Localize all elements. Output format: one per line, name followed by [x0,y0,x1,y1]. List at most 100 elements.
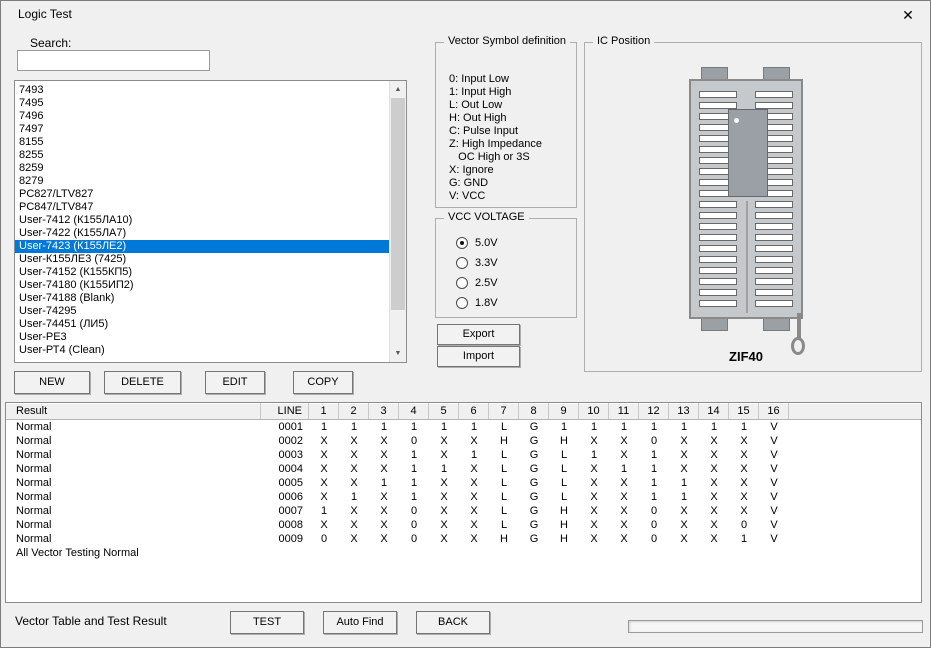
radio-icon[interactable] [456,297,468,309]
scrollbar-thumb[interactable] [391,98,405,310]
table-header-cell[interactable]: 12 [639,403,669,419]
ic-list-item[interactable]: User-74188 (Blank) [15,292,389,305]
table-header-cell[interactable]: 5 [429,403,459,419]
table-header-cell[interactable]: 14 [699,403,729,419]
table-header-cell[interactable]: 7 [489,403,519,419]
table-row[interactable]: Normal0003XXX1X1LGL1X1XXXV [6,448,921,462]
pin-cell: X [609,448,639,462]
copy-button[interactable]: COPY [293,371,353,394]
pin-slot [699,300,737,307]
vcc-option[interactable]: 3.3V [456,253,572,273]
pin-cell: G [519,420,549,434]
ic-list-item[interactable]: 7497 [15,123,389,136]
vector-symbol-line: OC High or 3S [449,151,542,164]
table-row[interactable]: Normal0006X1X1XXLGLXX11XXV [6,490,921,504]
pin-cell: V [759,448,789,462]
close-icon[interactable]: ✕ [893,4,923,26]
ic-list-item[interactable]: User-7423 (К155ЛЕ2) [15,240,389,253]
ic-list-item[interactable]: User-РТ4 (Clean) [15,344,389,357]
table-row[interactable]: Normal0008XXX0XXLGHXX0XX0V [6,518,921,532]
pin-slot [755,256,793,263]
table-row[interactable]: Normal0005XX11XXLGLXX11XXV [6,476,921,490]
table-header-cell[interactable]: 3 [369,403,399,419]
table-header-cell[interactable]: 1 [309,403,339,419]
radio-icon[interactable] [456,277,468,289]
ic-list-item[interactable]: 7496 [15,110,389,123]
pin-cell: 1 [459,448,489,462]
vcc-voltage-group: VCC VOLTAGE 5.0V3.3V2.5V1.8V [435,218,577,318]
ic-list-item[interactable]: User-РЕ3 [15,331,389,344]
table-header-cell[interactable]: 4 [399,403,429,419]
radio-icon[interactable] [456,237,468,249]
vcc-option[interactable]: 1.8V [456,293,572,313]
ic-list-item[interactable]: 8255 [15,149,389,162]
pin-cell: X [369,504,399,518]
table-header-cell[interactable]: 11 [609,403,639,419]
scroll-up-icon[interactable]: ▲ [390,81,406,98]
export-button[interactable]: Export [437,324,520,345]
ic-list-item[interactable]: User-74152 (К155КП5) [15,266,389,279]
table-row[interactable]: Normal0002XXX0XXHGHXX0XXXV [6,434,921,448]
pin-cell: 1 [429,420,459,434]
edit-button[interactable]: EDIT [205,371,265,394]
table-row[interactable]: Normal00090XX0XXHGHXX0XX1V [6,532,921,546]
back-button[interactable]: BACK [416,611,490,634]
pin-cell: X [339,518,369,532]
ic-list-item[interactable]: User-74180 (К155ИП2) [15,279,389,292]
ic-list-item[interactable]: 7495 [15,97,389,110]
result-cell: Normal [6,434,261,448]
scroll-down-icon[interactable]: ▼ [390,345,406,362]
radio-icon[interactable] [456,257,468,269]
line-cell: 0007 [261,504,309,518]
ic-list-item[interactable]: PC847/LTV847 [15,201,389,214]
table-header-cell[interactable]: 10 [579,403,609,419]
pin-cell: X [339,448,369,462]
test-button[interactable]: TEST [230,611,304,634]
table-header-cell[interactable]: 15 [729,403,759,419]
vcc-option-label: 5.0V [475,237,498,249]
ic-list-item[interactable]: User-7412 (К155ЛА10) [15,214,389,227]
pin-cell: X [309,448,339,462]
ic-list-item[interactable]: User-74295 [15,305,389,318]
pin-cell: H [549,518,579,532]
ic-list-item[interactable]: 7493 [15,84,389,97]
table-row[interactable]: Normal0004XXX11XLGLX11XXXV [6,462,921,476]
result-cell: Normal [6,462,261,476]
result-cell: Normal [6,476,261,490]
table-header-cell[interactable]: 16 [759,403,789,419]
ic-list-item[interactable]: PC827/LTV827 [15,188,389,201]
ic-list-item[interactable]: User-К155ЛЕ3 (7425) [15,253,389,266]
table-header-cell[interactable]: 6 [459,403,489,419]
auto-find-button[interactable]: Auto Find [323,611,397,634]
vcc-option[interactable]: 2.5V [456,273,572,293]
table-header-cell[interactable]: 9 [549,403,579,419]
ic-list-item[interactable]: 8155 [15,136,389,149]
ic-list-item[interactable]: User-7422 (К155ЛА7) [15,227,389,240]
pin-cell: X [429,490,459,504]
table-header-cell[interactable]: 13 [669,403,699,419]
pin-cell: 1 [579,448,609,462]
ic-list-item[interactable]: User-74451 (ЛИ5) [15,318,389,331]
table-header-cell[interactable]: 2 [339,403,369,419]
pin-cell: X [309,434,339,448]
ic-list[interactable]: 74937495749674978155825582598279PC827/LT… [14,80,407,363]
table-header-cell[interactable]: Result [6,403,261,419]
pin-cell: X [729,476,759,490]
table-header-cell[interactable]: LINE [261,403,309,419]
import-button[interactable]: Import [437,346,520,367]
search-input[interactable] [17,50,210,71]
new-button[interactable]: NEW [14,371,90,394]
progress-bar [628,620,923,633]
table-row[interactable]: Normal00071XX0XXLGHXX0XXXV [6,504,921,518]
delete-button[interactable]: DELETE [104,371,181,394]
table-row[interactable]: Normal0001111111LG1111111V [6,420,921,434]
pin-cell: 1 [339,490,369,504]
pin-cell: X [729,448,759,462]
table-header-cell[interactable]: 8 [519,403,549,419]
ic-list-item[interactable]: 8279 [15,175,389,188]
ic-list-item[interactable]: 8259 [15,162,389,175]
pin-slot [699,245,737,252]
vcc-option[interactable]: 5.0V [456,233,572,253]
list-scrollbar[interactable]: ▲ ▼ [389,81,406,362]
pin-cell: 1 [609,462,639,476]
